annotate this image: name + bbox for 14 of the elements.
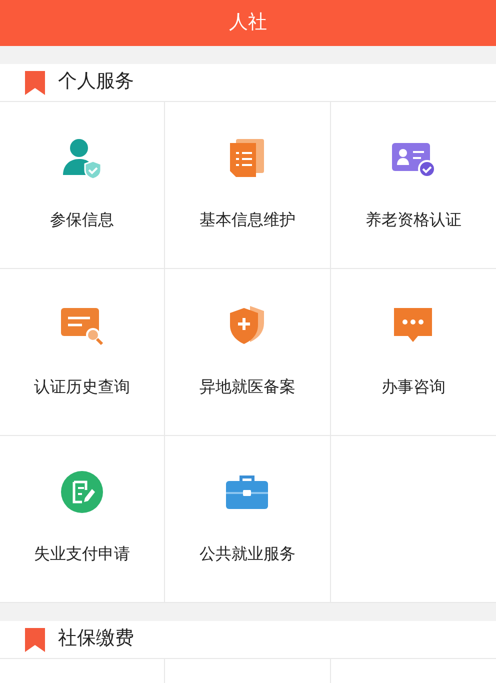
service-item[interactable]: 公共就业服务 [165, 436, 330, 602]
bookmark-icon [25, 628, 45, 652]
service-item[interactable]: 基本信息维护 [165, 102, 330, 268]
service-item[interactable]: 失业支付申请 [0, 436, 164, 602]
section-title: 个人服务 [58, 70, 134, 94]
bookmark-icon [25, 70, 45, 94]
header-title: 人社 [229, 10, 267, 35]
service-item[interactable]: 异地就医备案 [165, 269, 330, 435]
service-item[interactable]: 认证历史查询 [0, 269, 164, 435]
section-title: 社保缴费 [58, 627, 134, 652]
service-item[interactable]: 办事咨询 [330, 269, 496, 435]
service-item[interactable]: 养老资格认证 [330, 102, 496, 268]
service-item[interactable]: 参保信息 [0, 102, 164, 268]
edit-document-icon [59, 469, 106, 515]
